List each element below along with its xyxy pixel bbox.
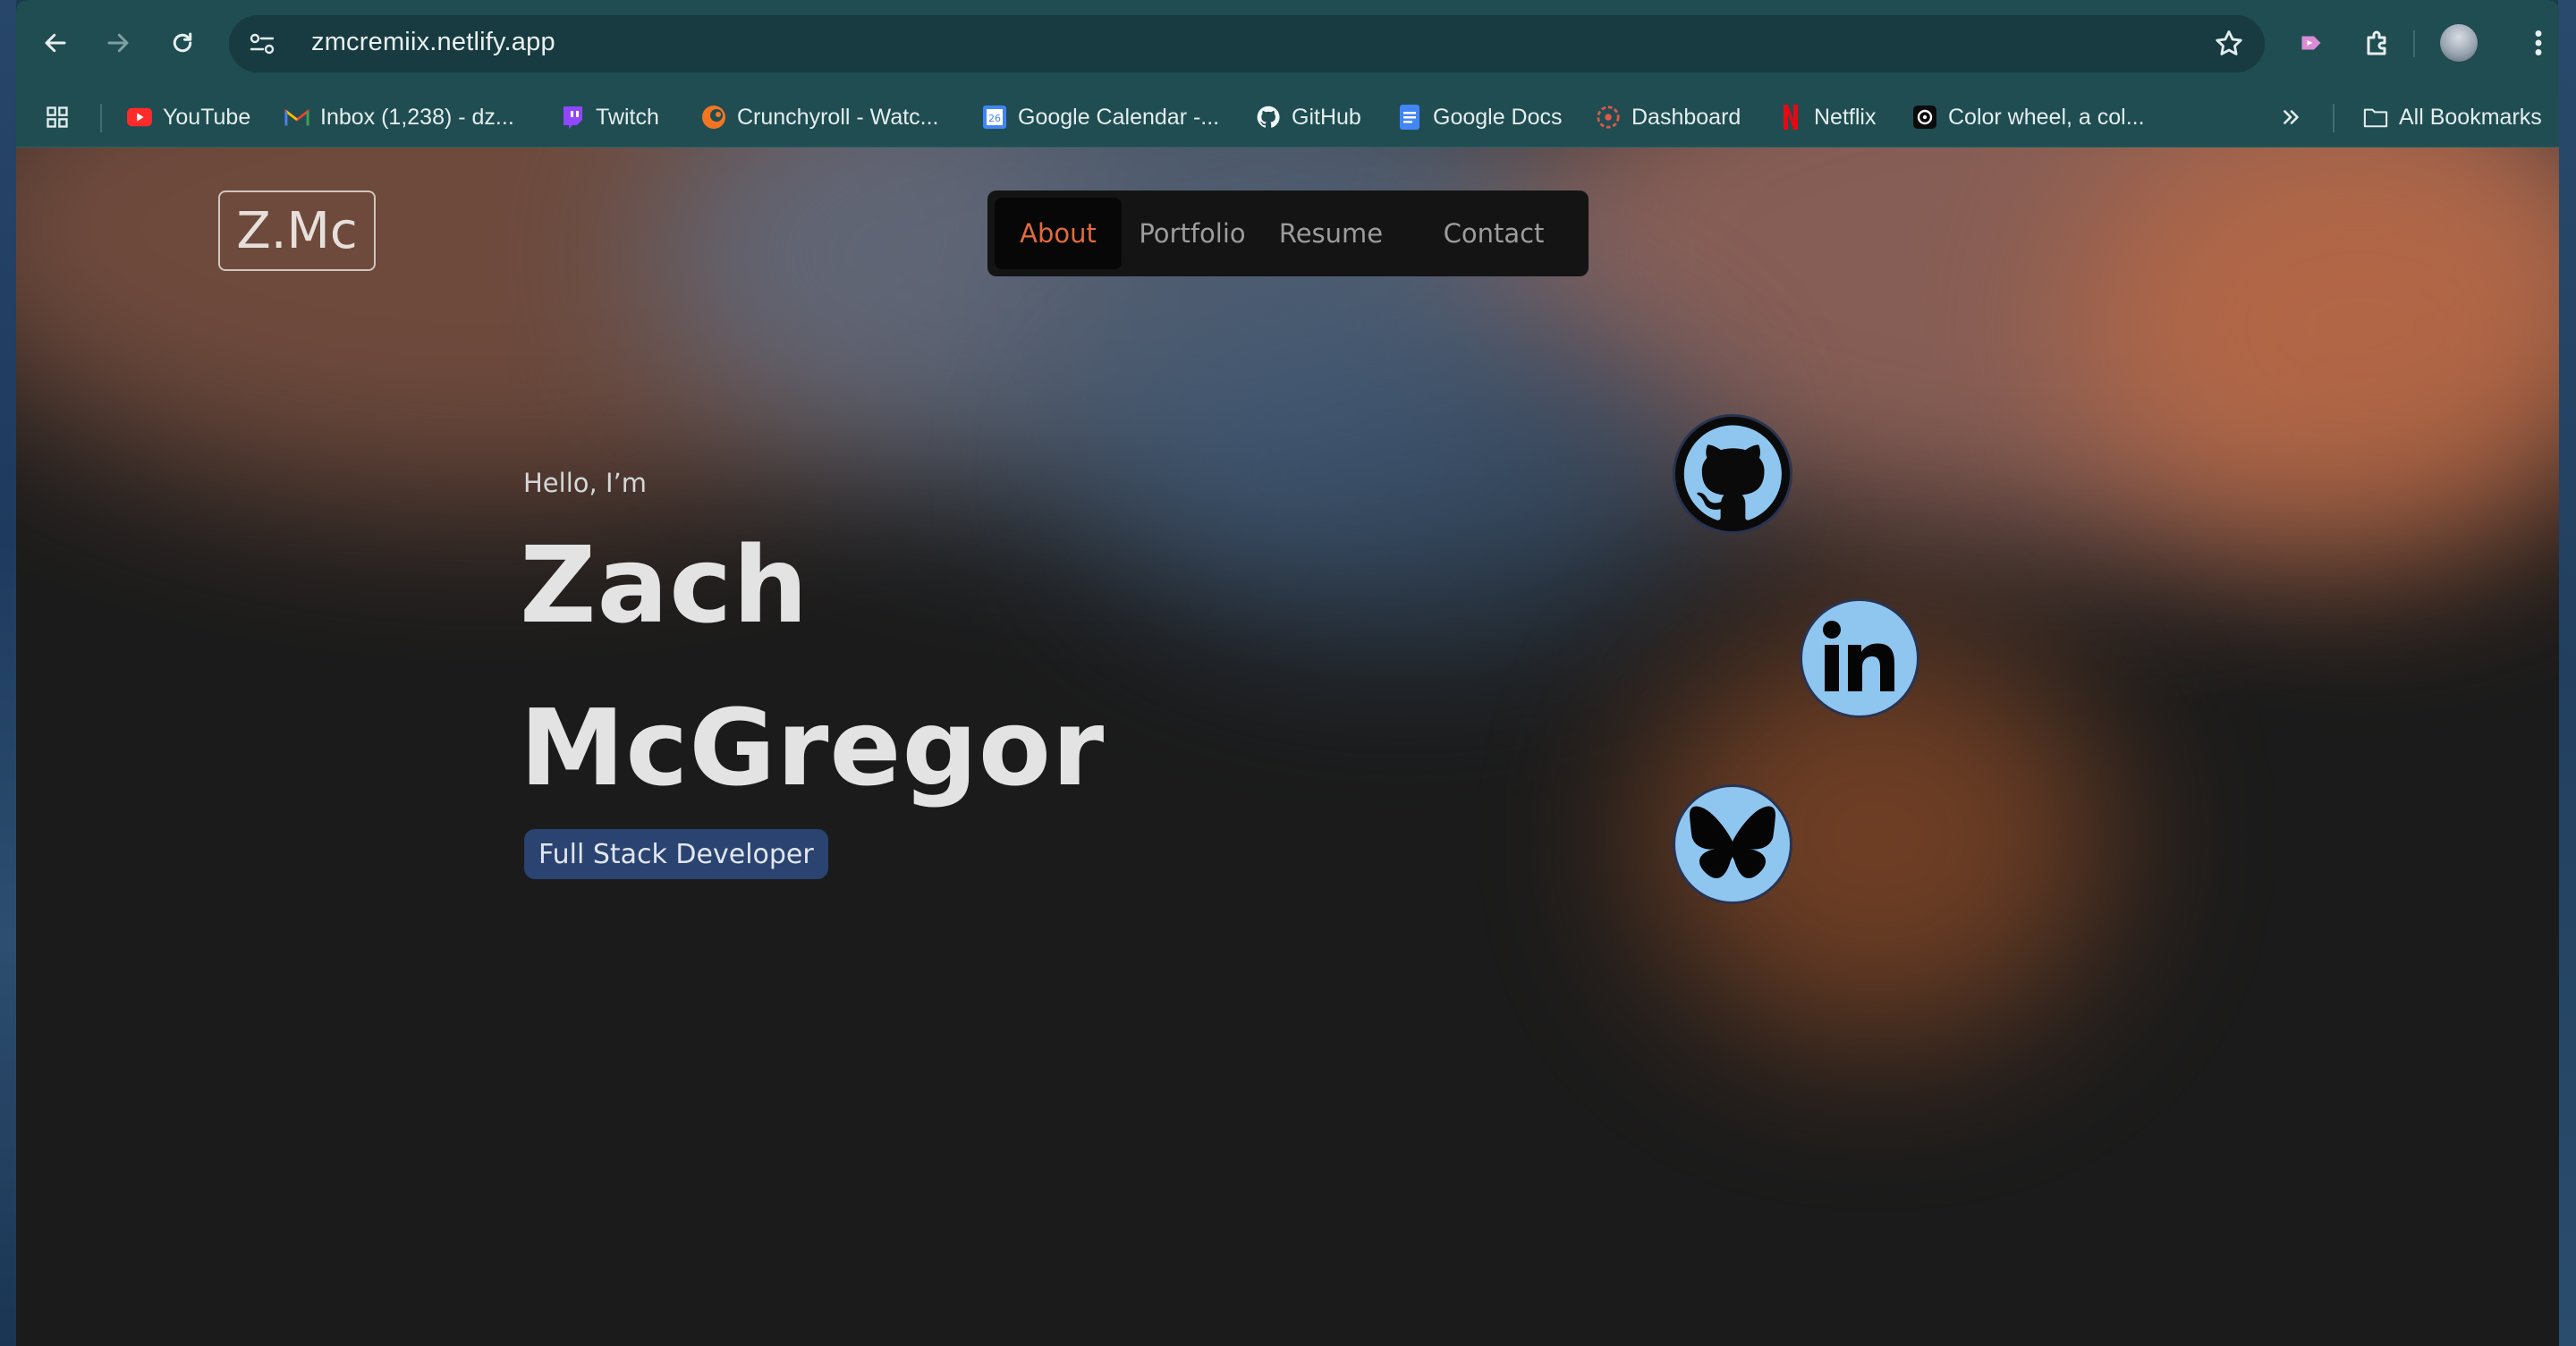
github-icon bbox=[1675, 417, 1790, 531]
reload-button[interactable] bbox=[163, 23, 202, 63]
bookmarks-bar: YouTube Inbox (1,238) - dz... Twitch Cru… bbox=[16, 88, 2559, 148]
page-viewport: Z.Mc About Portfolio Resume Contact Hell… bbox=[16, 148, 2559, 1346]
media-cast-button[interactable] bbox=[2293, 25, 2329, 61]
toolbar-separator bbox=[2413, 30, 2415, 57]
site-nav: About Portfolio Resume Contact bbox=[987, 190, 1589, 276]
nav-portfolio[interactable]: Portfolio bbox=[1129, 198, 1256, 269]
bookmark-dashboard[interactable]: Dashboard bbox=[1596, 97, 1741, 138]
browser-toolbar: zmcremiix.netlify.app bbox=[16, 0, 2559, 88]
social-linkedin-link[interactable] bbox=[1800, 598, 1919, 718]
reload-icon bbox=[173, 32, 192, 53]
desktop-wallpaper-right bbox=[2558, 0, 2576, 1346]
browser-menu-button[interactable] bbox=[2521, 25, 2556, 61]
puzzle-icon bbox=[2367, 30, 2386, 55]
double-chevron-right-icon bbox=[2279, 105, 2304, 130]
apps-grid-icon bbox=[45, 105, 70, 130]
github-icon bbox=[1256, 105, 1281, 130]
bookmark-star-icon[interactable] bbox=[2213, 28, 2245, 60]
twitch-icon bbox=[560, 105, 585, 130]
nav-contact[interactable]: Contact bbox=[1406, 198, 1581, 269]
svg-text:26: 26 bbox=[988, 113, 1001, 124]
gmail-icon bbox=[284, 105, 309, 130]
bookmarks-separator-right bbox=[2333, 104, 2334, 132]
address-bar[interactable]: zmcremiix.netlify.app bbox=[229, 15, 2265, 72]
bookmark-netflix[interactable]: Netflix bbox=[1778, 97, 1876, 138]
color-wheel-icon bbox=[1912, 105, 1937, 130]
social-github-link[interactable] bbox=[1673, 414, 1792, 534]
hero-first-name: Zach bbox=[520, 523, 809, 647]
forward-button[interactable] bbox=[98, 23, 138, 63]
bookmarks-separator bbox=[100, 104, 102, 132]
bookmark-google-docs[interactable]: Google Docs bbox=[1397, 97, 1563, 138]
bg-glow-blue-mid bbox=[1089, 309, 1716, 631]
social-bluesky-link[interactable] bbox=[1673, 784, 1792, 904]
all-bookmarks-button[interactable]: All Bookmarks bbox=[2363, 97, 2542, 138]
bookmark-twitch[interactable]: Twitch bbox=[560, 97, 659, 138]
folder-icon bbox=[2363, 105, 2388, 130]
dashboard-icon bbox=[1596, 105, 1621, 130]
nav-about[interactable]: About bbox=[995, 198, 1122, 269]
media-icon bbox=[2301, 36, 2321, 50]
bookmark-github[interactable]: GitHub bbox=[1256, 97, 1361, 138]
google-calendar-icon: 26 bbox=[982, 105, 1007, 130]
hero-last-name: McGregor bbox=[520, 686, 1106, 809]
linkedin-icon bbox=[1823, 621, 1894, 691]
youtube-icon bbox=[127, 105, 152, 130]
site-info-icon bbox=[250, 33, 275, 55]
extensions-button[interactable] bbox=[2361, 25, 2397, 61]
bookmark-youtube[interactable]: YouTube bbox=[127, 97, 250, 138]
site-logo[interactable]: Z.Mc bbox=[218, 190, 376, 271]
apps-button[interactable] bbox=[45, 97, 70, 138]
google-docs-icon bbox=[1397, 105, 1422, 130]
profile-avatar[interactable] bbox=[2440, 24, 2478, 62]
browser-window: zmcremiix.netlify.app YouTube Inbox (1,2… bbox=[16, 0, 2559, 1346]
bookmark-google-calendar[interactable]: 26 Google Calendar -... bbox=[982, 97, 1219, 138]
bookmark-gmail[interactable]: Inbox (1,238) - dz... bbox=[284, 97, 514, 138]
url-text[interactable]: zmcremiix.netlify.app bbox=[311, 28, 555, 57]
bookmark-crunchyroll[interactable]: Crunchyroll - Watc... bbox=[701, 97, 939, 138]
kebab-menu-icon bbox=[2535, 30, 2542, 55]
back-button[interactable] bbox=[36, 23, 75, 63]
role-badge: Full Stack Developer bbox=[524, 829, 828, 879]
hero-greeting: Hello, I’m bbox=[523, 468, 647, 498]
bluesky-butterfly-icon bbox=[1690, 806, 1775, 879]
back-arrow-icon bbox=[45, 33, 66, 53]
bookmark-color-wheel[interactable]: Color wheel, a col... bbox=[1912, 97, 2145, 138]
crunchyroll-icon bbox=[701, 105, 726, 130]
netflix-icon bbox=[1778, 105, 1803, 130]
desktop-wallpaper-left bbox=[0, 0, 16, 1346]
forward-arrow-icon bbox=[107, 33, 129, 53]
bookmarks-overflow-button[interactable] bbox=[2279, 97, 2304, 138]
nav-resume[interactable]: Resume bbox=[1259, 198, 1402, 269]
